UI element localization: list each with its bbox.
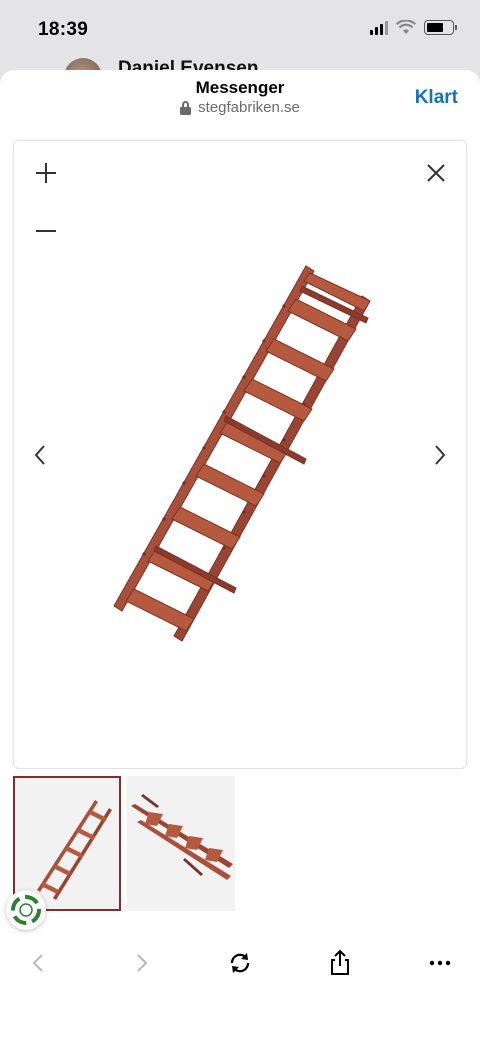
floating-widget-button[interactable] xyxy=(6,890,46,930)
thumbnail-2[interactable] xyxy=(127,776,235,911)
done-button[interactable]: Klart xyxy=(415,87,458,109)
url-text: stegfabriken.se xyxy=(198,99,300,116)
status-icons xyxy=(370,20,457,35)
chevron-left-icon xyxy=(34,445,45,465)
ladder-product-image xyxy=(113,265,371,642)
address-bar[interactable]: stegfabriken.se xyxy=(0,99,480,116)
close-viewer-button[interactable] xyxy=(424,161,448,185)
zoom-in-button[interactable] xyxy=(34,161,58,185)
in-app-browser-sheet: Messenger stegfabriken.se Klart xyxy=(0,70,480,1039)
previous-image-button[interactable] xyxy=(30,441,50,469)
plus-icon xyxy=(36,163,56,183)
ellipsis-icon xyxy=(429,960,451,966)
lock-icon xyxy=(180,100,192,115)
cellular-signal-icon xyxy=(370,20,388,35)
more-options-button[interactable] xyxy=(425,948,455,978)
zoom-out-button[interactable] xyxy=(34,219,58,243)
thumbnail-strip xyxy=(13,776,235,911)
chevron-right-icon xyxy=(137,954,148,972)
battery-icon xyxy=(424,20,457,35)
status-time: 18:39 xyxy=(38,19,89,40)
ladder-detail-thumbnail xyxy=(131,794,233,880)
close-icon xyxy=(427,164,445,182)
next-image-button[interactable] xyxy=(430,441,450,469)
bottom-toolbar xyxy=(0,940,480,990)
reload-button[interactable] xyxy=(225,948,255,978)
recycle-badge-icon xyxy=(11,895,41,925)
chevron-right-icon xyxy=(435,445,446,465)
forward-button[interactable] xyxy=(126,948,156,978)
minus-icon xyxy=(36,230,56,232)
wifi-icon xyxy=(396,20,416,34)
share-icon xyxy=(331,949,349,975)
chevron-left-icon xyxy=(32,954,43,972)
image-viewer xyxy=(13,140,467,769)
back-button[interactable] xyxy=(24,948,54,978)
reload-icon xyxy=(230,953,250,973)
battery-level xyxy=(427,23,443,32)
share-button[interactable] xyxy=(325,948,355,978)
sheet-title: Messenger xyxy=(195,78,285,97)
